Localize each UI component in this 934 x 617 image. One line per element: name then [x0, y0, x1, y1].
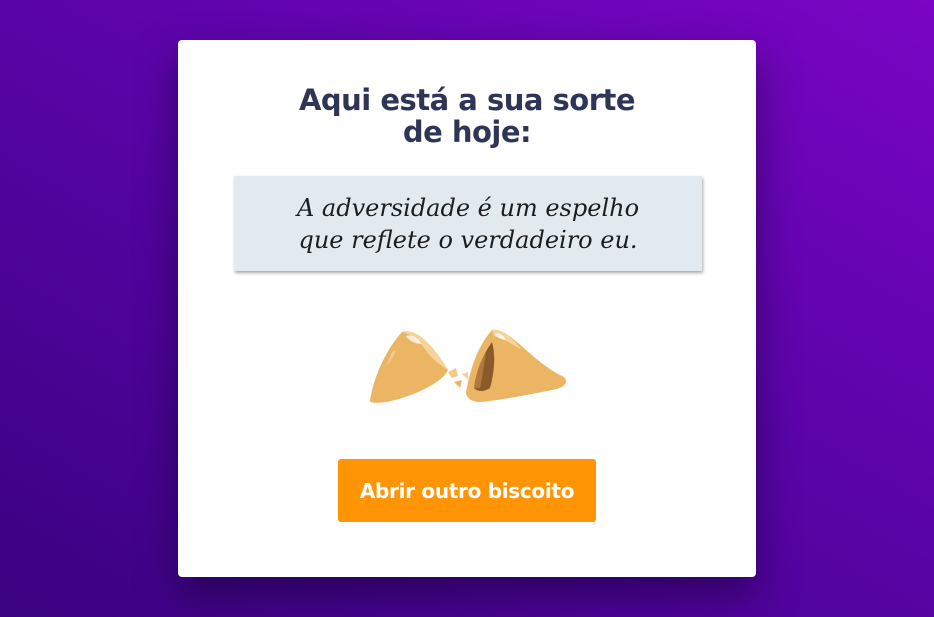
open-another-cookie-button[interactable]: Abrir outro biscoito — [338, 459, 596, 522]
page-title-line-2: de hoje: — [402, 115, 532, 149]
broken-fortune-cookie-icon — [370, 329, 567, 403]
fortune-message: A adversidade é um espelho que reflete o… — [234, 176, 702, 271]
page-title-line-1: Aqui está a sua sorte — [298, 83, 636, 117]
cookie-crumbs — [448, 368, 468, 388]
cookie-left-half — [370, 331, 448, 403]
page-title: Aqui está a sua sorte de hoje: — [178, 84, 756, 148]
cookie-right-half — [466, 329, 567, 402]
fortune-card: Aqui está a sua sorte de hoje: A adversi… — [178, 40, 756, 577]
